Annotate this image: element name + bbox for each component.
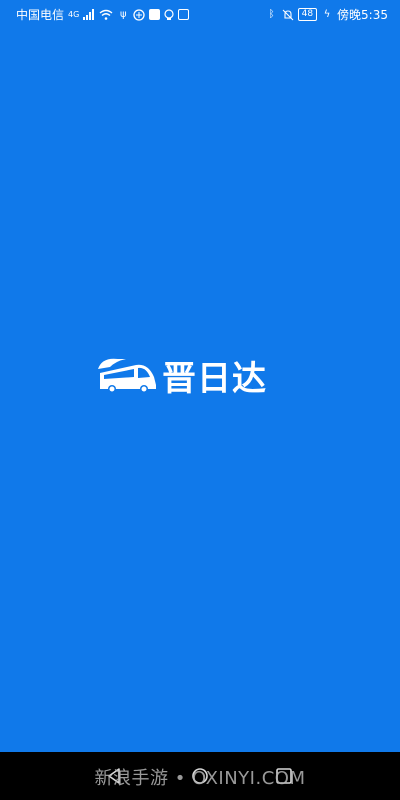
mute-bell-icon	[282, 9, 293, 20]
app-notification-icon	[149, 9, 161, 20]
status-bar: 中国电信 4G ψ ᛒ 48 ϟ 傍晚5:35	[0, 0, 400, 28]
usb-icon: ψ	[120, 8, 127, 20]
signal-icon	[83, 9, 95, 20]
status-bar-left: 中国电信 4G ψ	[16, 6, 190, 23]
bluetooth-icon: ᛒ	[268, 8, 275, 20]
home-button-icon[interactable]	[190, 766, 210, 786]
message-app-icon	[178, 9, 190, 20]
network-type-label: 4G	[68, 10, 80, 19]
bus-icon	[98, 358, 156, 393]
recent-apps-button-icon[interactable]	[274, 766, 294, 786]
carrier-label: 中国电信	[16, 8, 65, 22]
app-name: 晋日达	[162, 358, 267, 399]
charging-icon: ϟ	[323, 8, 331, 20]
app-logo: 晋日达	[96, 352, 306, 399]
bulb-icon	[164, 8, 174, 20]
clock-label: 傍晚5:35	[337, 8, 388, 22]
wifi-icon	[99, 9, 113, 20]
battery-indicator: 48	[297, 8, 318, 21]
splash-screen: 中国电信 4G ψ ᛒ 48 ϟ 傍晚5:35 晋日达 新浪手游 • OXINY…	[0, 0, 400, 800]
back-button-icon[interactable]	[104, 766, 124, 786]
status-bar-right: ᛒ 48 ϟ 傍晚5:35	[266, 6, 388, 23]
browser-icon	[133, 8, 145, 21]
system-nav-bar: 新浪手游 • OXINYI.COM	[0, 752, 400, 800]
